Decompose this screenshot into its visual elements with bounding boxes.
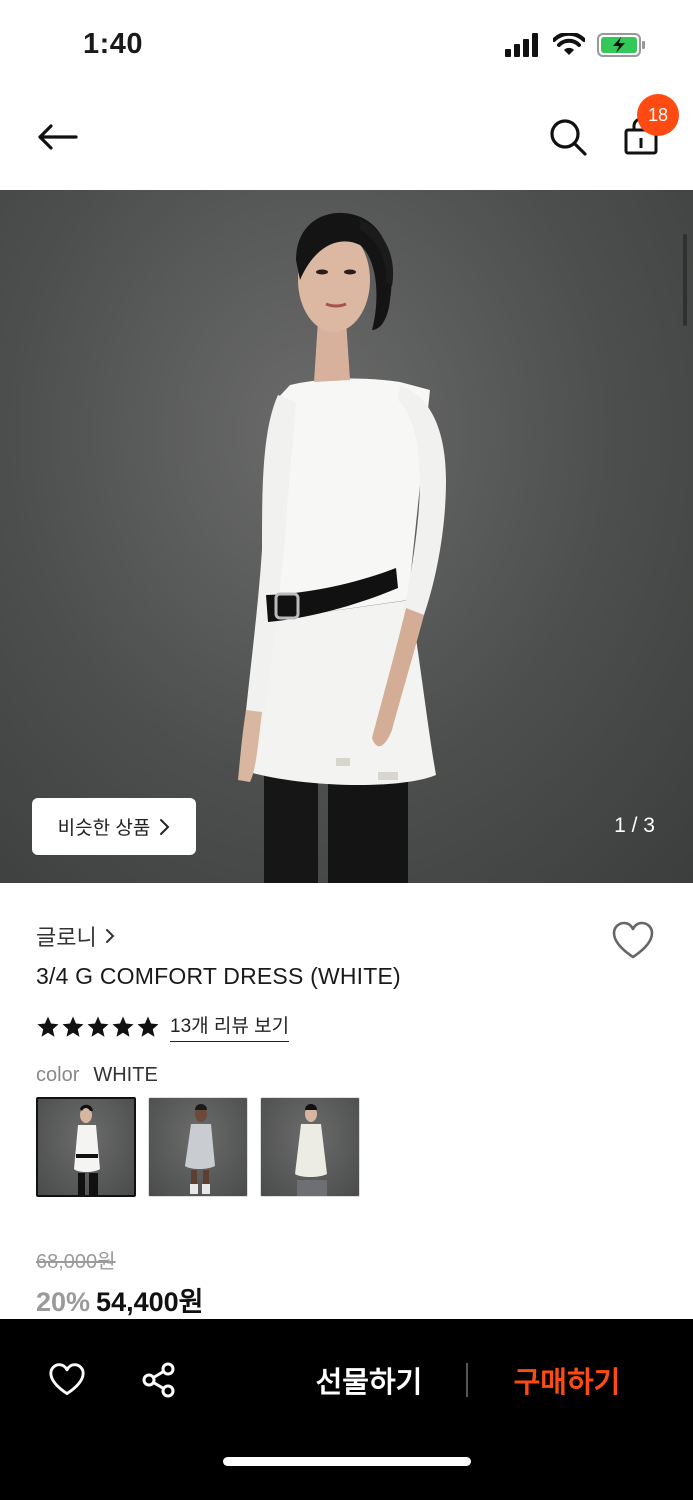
star-icon bbox=[62, 1016, 84, 1037]
share-button[interactable] bbox=[136, 1357, 182, 1403]
buy-button[interactable]: 구매하기 bbox=[498, 1357, 636, 1403]
white-dress-thumb bbox=[74, 1104, 100, 1195]
brand-name: 글로니 bbox=[36, 925, 97, 950]
ivory-dress-thumb bbox=[295, 1104, 327, 1196]
chevron-right-icon bbox=[160, 818, 170, 835]
product-photo bbox=[238, 212, 446, 883]
star-icon bbox=[37, 1016, 59, 1037]
heart-icon bbox=[612, 921, 654, 959]
status-icons bbox=[505, 32, 647, 58]
home-indicator[interactable] bbox=[223, 1457, 471, 1466]
color-value: WHITE bbox=[93, 1064, 158, 1086]
color-row: color WHITE bbox=[36, 1064, 158, 1087]
color-swatches bbox=[36, 1097, 360, 1197]
similar-products-button[interactable]: 비슷한 상품 bbox=[32, 798, 196, 855]
star-icon bbox=[87, 1016, 109, 1037]
star-icon bbox=[137, 1016, 159, 1037]
divider bbox=[466, 1363, 468, 1397]
product-name: 3/4 G COMFORT DRESS (WHITE) bbox=[36, 963, 401, 989]
top-nav bbox=[0, 90, 693, 190]
cart-count-badge: 18 bbox=[637, 94, 679, 136]
share-icon bbox=[142, 1362, 175, 1398]
status-bar: 1:40 bbox=[0, 0, 693, 90]
review-link[interactable]: 13개 리뷰 보기 bbox=[170, 1011, 290, 1042]
back-button[interactable] bbox=[30, 110, 84, 164]
wifi-icon bbox=[553, 33, 585, 55]
swatch-grey[interactable] bbox=[148, 1097, 248, 1197]
battery-icon bbox=[597, 33, 645, 57]
wishlist-button[interactable] bbox=[608, 916, 658, 966]
price-row: 20% 54,400원 bbox=[36, 1280, 203, 1319]
product-image-carousel[interactable]: 비슷한 상품 1 / 3 bbox=[0, 190, 693, 883]
scroll-indicator[interactable] bbox=[683, 234, 687, 326]
rating-row: 13개 리뷰 보기 bbox=[36, 1011, 290, 1042]
grey-dress-thumb bbox=[185, 1104, 215, 1194]
rating-stars bbox=[36, 1015, 160, 1039]
chevron-right-icon bbox=[105, 929, 115, 943]
discount-rate: 20% bbox=[36, 1287, 91, 1317]
bottom-action-bar: 선물하기 구매하기 bbox=[0, 1319, 693, 1500]
search-button[interactable] bbox=[541, 110, 595, 164]
brand-link[interactable]: 글로니 bbox=[36, 920, 115, 952]
star-icon bbox=[112, 1016, 134, 1037]
swatch-ivory[interactable] bbox=[260, 1097, 360, 1197]
sale-price: 54,400원 bbox=[96, 1287, 204, 1317]
similar-products-label: 비슷한 상품 bbox=[57, 818, 151, 839]
bottom-wishlist-button[interactable] bbox=[44, 1357, 90, 1403]
original-price: 68,000원 bbox=[36, 1251, 116, 1273]
heart-icon bbox=[49, 1363, 85, 1396]
arrow-left-icon bbox=[38, 124, 78, 150]
color-label: color bbox=[36, 1064, 80, 1086]
image-page-indicator: 1 / 3 bbox=[614, 814, 655, 837]
search-icon bbox=[550, 119, 587, 156]
signal-icon bbox=[505, 33, 538, 57]
status-time: 1:40 bbox=[83, 28, 144, 60]
gift-button[interactable]: 선물하기 bbox=[300, 1357, 438, 1403]
swatch-white[interactable] bbox=[36, 1097, 136, 1197]
